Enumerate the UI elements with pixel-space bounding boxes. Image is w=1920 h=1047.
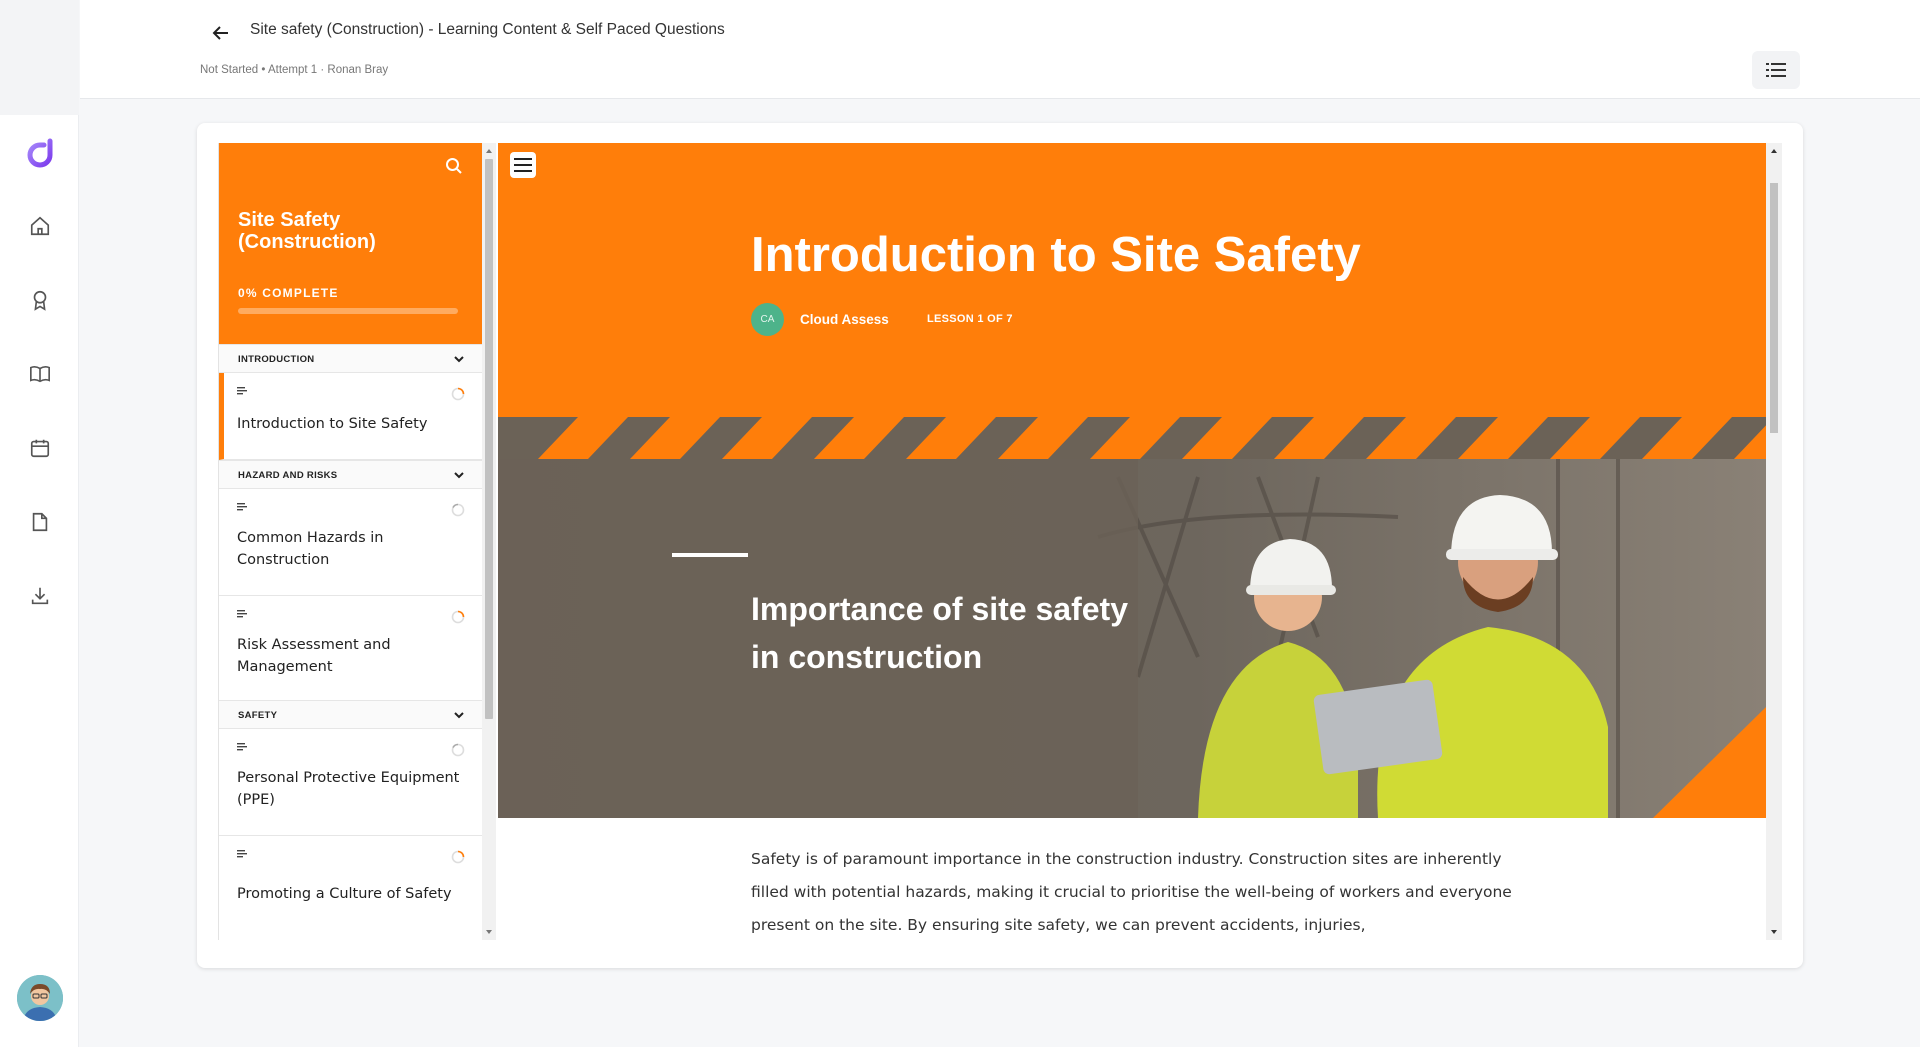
author-avatar: CA [751,303,784,336]
lesson-title: Introduction to Site Safety [237,416,428,432]
course-header: Site Safety (Construction) 0% COMPLETE [219,143,482,344]
back-button[interactable] [204,16,238,50]
course-outline: Site Safety (Construction) 0% COMPLETE I… [218,143,482,940]
lesson-body-text: Safety is of paramount importance in the… [751,850,1512,934]
scrollbar-thumb[interactable] [1770,183,1778,433]
not-started-status-icon [451,503,465,517]
document-icon[interactable] [26,508,54,536]
lesson-item[interactable]: Common Hazards in Construction [219,489,482,596]
course-progress-label: 0% COMPLETE [238,286,339,300]
text-lines-icon [237,743,247,751]
heading-rule [672,553,748,557]
lesson-banner-image: Importance of site safety in constructio… [498,417,1766,818]
user-avatar[interactable] [17,975,63,1021]
section-header-hazard-and-risks[interactable]: HAZARD AND RISKS [219,460,482,489]
download-icon[interactable] [26,582,54,610]
not-started-status-icon [451,743,465,757]
lesson-title: Common Hazards in Construction [237,530,384,568]
in-progress-status-icon [451,850,465,864]
section-label: HAZARD AND RISKS [238,470,338,481]
section-header-safety[interactable]: SAFETY [219,700,482,729]
lesson-content: Introduction to Site Safety CA Cloud Ass… [498,143,1766,940]
hamburger-icon [514,158,532,172]
scroll-up-arrow-icon [486,149,492,153]
lesson-title: Risk Assessment and Management [237,637,391,675]
search-icon[interactable] [445,157,465,177]
section-heading: Importance of site safety in constructio… [751,591,1128,675]
lesson-title: Personal Protective Equipment (PPE) [237,770,460,808]
lesson-item[interactable]: Personal Protective Equipment (PPE) [219,729,482,836]
text-lines-icon [237,503,247,511]
rail-top-spacer [0,0,79,115]
chevron-down-icon [454,356,464,363]
scroll-down-arrow-icon [486,930,492,934]
arrow-left-icon [212,26,228,40]
lesson-title-heading: Introduction to Site Safety [751,228,1361,282]
page-title: Site safety (Construction) - Learning Co… [250,21,725,38]
chevron-down-icon [454,472,464,479]
lesson-title: Promoting a Culture of Safety [237,886,452,902]
outline-scrollbar[interactable] [482,143,496,940]
chevron-down-icon [454,712,464,719]
hazard-stripe-divider [498,417,1766,459]
content-scrollbar[interactable] [1766,143,1782,940]
scroll-down-arrow-icon [1771,930,1777,934]
menu-button[interactable] [510,152,536,178]
app-rail [0,115,79,1047]
lesson-item[interactable]: Introduction to Site Safety [219,373,482,460]
app-logo-icon[interactable] [22,137,58,173]
page-header: Site safety (Construction) - Learning Co… [80,0,1920,99]
lesson-counter: LESSON 1 OF 7 [927,313,1013,325]
course-progress-bar [238,308,458,314]
list-icon [1766,63,1786,77]
lesson-hero: Introduction to Site Safety CA Cloud Ass… [498,143,1766,818]
text-lines-icon [237,850,247,858]
scrollbar-thumb[interactable] [485,159,493,719]
lesson-item[interactable]: Promoting a Culture of Safety [219,836,482,940]
construction-workers-photo [498,417,1766,818]
award-icon[interactable] [26,286,54,314]
section-header-introduction[interactable]: INTRODUCTION [219,344,482,373]
section-label: INTRODUCTION [238,354,315,365]
calendar-icon[interactable] [26,434,54,462]
section-label: SAFETY [238,710,278,721]
book-icon[interactable] [26,360,54,388]
author-name: Cloud Assess [800,312,889,327]
home-icon[interactable] [26,212,54,240]
scroll-up-arrow-icon [1771,149,1777,153]
lesson-item[interactable]: Risk Assessment and Management [219,596,482,702]
in-progress-status-icon [451,610,465,624]
text-lines-icon [237,610,247,618]
outline-toggle-button[interactable] [1752,51,1800,89]
attempt-status: Not Started • Attempt 1 · Ronan Bray [200,64,389,76]
in-progress-status-icon [451,387,465,401]
text-lines-icon [237,387,247,395]
course-title: Site Safety (Construction) [238,209,376,253]
